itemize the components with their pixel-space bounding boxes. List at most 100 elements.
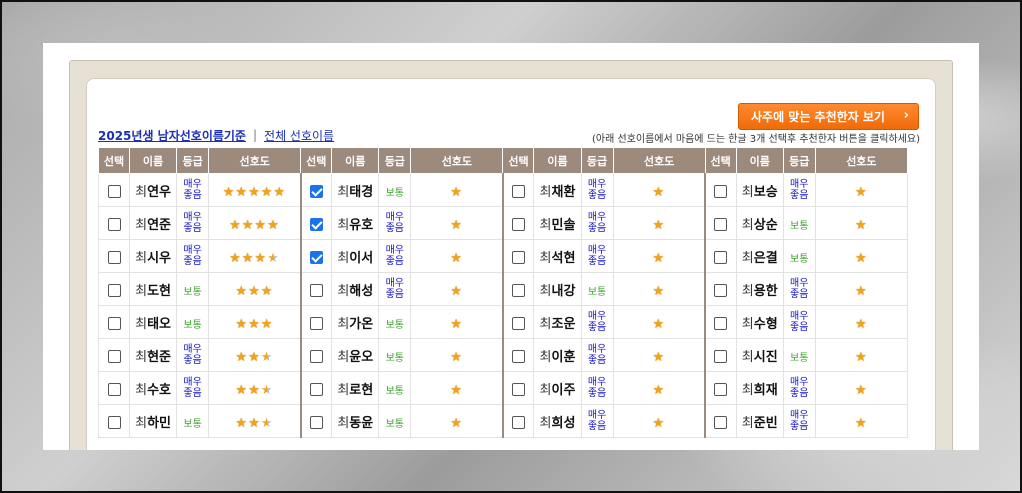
preference-cell: ★ bbox=[612, 239, 707, 273]
name-select-checkbox[interactable] bbox=[714, 184, 728, 198]
surname: 최 bbox=[539, 415, 552, 431]
given-name: 시진 bbox=[753, 349, 778, 365]
grade-cell: 매우좋음 bbox=[580, 239, 614, 273]
name-select-checkbox[interactable] bbox=[309, 349, 323, 363]
name-select-checkbox[interactable] bbox=[309, 217, 323, 231]
name-select-checkbox[interactable] bbox=[714, 349, 728, 363]
grade-cell: 보통 bbox=[176, 404, 210, 438]
chevron-right-icon: › bbox=[903, 108, 909, 123]
full-name: 최도현 bbox=[135, 284, 171, 299]
name-select-checkbox[interactable] bbox=[714, 283, 728, 297]
preference-cell: ★★★★★ bbox=[208, 173, 302, 207]
star-icon: ★ bbox=[652, 382, 666, 398]
star-icon: ★ bbox=[450, 382, 463, 398]
table-row: 최태오 보통 ★★★ 최가온 보통 ★ 최조운 매우좋음 ★ 최수형 매우좋음 ★ bbox=[97, 305, 909, 339]
column-header: 이름 bbox=[129, 147, 178, 174]
given-name: 하민 bbox=[147, 415, 171, 431]
surname: 최 bbox=[135, 415, 148, 431]
name-select-checkbox[interactable] bbox=[512, 283, 526, 297]
full-name: 최동윤 bbox=[337, 416, 373, 431]
given-name: 보승 bbox=[753, 184, 778, 200]
name-select-checkbox[interactable] bbox=[714, 250, 728, 264]
given-name: 연준 bbox=[147, 217, 171, 233]
name-select-checkbox[interactable] bbox=[512, 184, 526, 198]
grade-cell: 보통 bbox=[176, 305, 210, 339]
star-icon: ★ bbox=[273, 184, 287, 200]
full-name: 최희재 bbox=[742, 383, 778, 398]
half-star-icon: ★ bbox=[260, 382, 274, 398]
surname: 최 bbox=[539, 382, 552, 398]
name-select-checkbox[interactable] bbox=[309, 316, 323, 330]
name-select-checkbox[interactable] bbox=[309, 382, 323, 396]
star-icon: ★ bbox=[652, 415, 666, 431]
star-icon: ★ bbox=[855, 184, 868, 200]
grade-cell: 보통 bbox=[176, 272, 210, 306]
grade-cell: 매우좋음 bbox=[782, 371, 816, 405]
name-select-checkbox[interactable] bbox=[512, 250, 526, 264]
full-name: 최시진 bbox=[742, 350, 778, 365]
name-cell: 최해성 bbox=[331, 272, 380, 306]
column-header: 선택 bbox=[502, 147, 535, 174]
preference-cell: ★ bbox=[814, 371, 909, 405]
tab-all-preferred[interactable]: 전체 선호이름 bbox=[264, 127, 334, 144]
select-cell bbox=[97, 305, 131, 339]
grade-badge: 매우좋음 bbox=[385, 211, 405, 234]
name-select-checkbox[interactable] bbox=[107, 382, 121, 396]
name-select-checkbox[interactable] bbox=[714, 382, 728, 396]
grade-badge: 매우좋음 bbox=[587, 244, 607, 267]
full-name: 최민솔 bbox=[540, 218, 576, 233]
name-select-checkbox[interactable] bbox=[107, 316, 121, 330]
name-select-checkbox[interactable] bbox=[309, 415, 323, 429]
name-select-checkbox[interactable] bbox=[512, 415, 526, 429]
name-select-checkbox[interactable] bbox=[107, 415, 121, 429]
preference-stars: ★ bbox=[653, 350, 666, 365]
name-select-checkbox[interactable] bbox=[309, 250, 323, 264]
given-name: 도현 bbox=[147, 283, 171, 299]
grade-cell: 매우좋음 bbox=[176, 206, 210, 240]
name-select-checkbox[interactable] bbox=[107, 250, 121, 264]
name-select-checkbox[interactable] bbox=[714, 415, 728, 429]
select-cell bbox=[502, 173, 535, 207]
grade-badge: 보통 bbox=[790, 220, 809, 232]
column-header: 이름 bbox=[735, 147, 784, 174]
given-name: 시우 bbox=[147, 250, 171, 266]
name-select-checkbox[interactable] bbox=[512, 382, 526, 396]
grade-cell: 매우좋음 bbox=[782, 173, 816, 207]
preference-cell: ★ bbox=[410, 272, 504, 306]
given-name: 연우 bbox=[147, 184, 171, 200]
given-name: 유호 bbox=[349, 217, 374, 233]
select-cell bbox=[97, 239, 131, 273]
name-select-checkbox[interactable] bbox=[512, 316, 526, 330]
name-select-checkbox[interactable] bbox=[107, 217, 121, 231]
name-select-checkbox[interactable] bbox=[512, 349, 526, 363]
surname: 최 bbox=[135, 382, 148, 398]
tab-2025-male-preferred[interactable]: 2025년생 남자선호이름기준 bbox=[98, 127, 246, 144]
select-cell bbox=[300, 305, 333, 339]
recommend-button-label: 사주에 맞는 추천한자 보기 bbox=[751, 110, 885, 124]
full-name: 최태오 bbox=[135, 317, 171, 332]
recommend-hanja-button[interactable]: 사주에 맞는 추천한자 보기 › bbox=[738, 103, 919, 130]
surname: 최 bbox=[539, 283, 552, 299]
given-name: 상순 bbox=[753, 217, 778, 233]
name-select-checkbox[interactable] bbox=[107, 349, 121, 363]
name-select-checkbox[interactable] bbox=[512, 217, 526, 231]
name-select-checkbox[interactable] bbox=[309, 283, 323, 297]
given-name: 태경 bbox=[349, 184, 374, 200]
full-name: 최시우 bbox=[135, 251, 171, 266]
star-icon: ★ bbox=[652, 283, 666, 299]
grade-badge: 매우좋음 bbox=[385, 244, 405, 267]
star-icon: ★ bbox=[855, 349, 868, 365]
name-cell: 최민솔 bbox=[533, 206, 582, 240]
star-icon: ★ bbox=[855, 250, 868, 266]
name-select-checkbox[interactable] bbox=[309, 184, 323, 198]
name-select-checkbox[interactable] bbox=[714, 217, 728, 231]
name-select-checkbox[interactable] bbox=[107, 184, 121, 198]
grade-cell: 매우좋음 bbox=[176, 371, 210, 405]
name-select-checkbox[interactable] bbox=[714, 316, 728, 330]
name-select-checkbox[interactable] bbox=[107, 283, 121, 297]
star-icon: ★ bbox=[450, 349, 463, 365]
star-icon: ★ bbox=[248, 382, 261, 398]
star-icon: ★ bbox=[235, 382, 249, 398]
star-icon: ★ bbox=[260, 184, 274, 200]
preference-cell: ★ bbox=[410, 239, 504, 273]
